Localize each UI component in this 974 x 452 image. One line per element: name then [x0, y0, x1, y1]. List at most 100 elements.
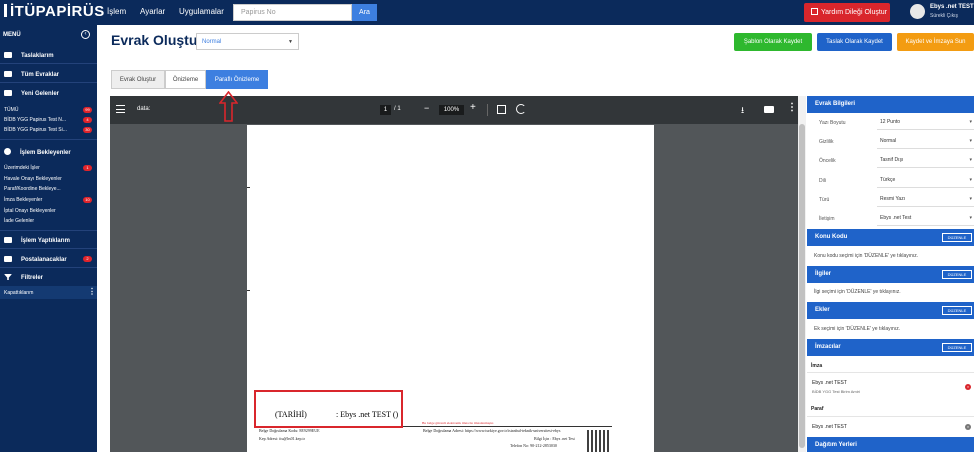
zoom-level[interactable]: 100% [439, 105, 464, 115]
scrollbar-thumb[interactable] [799, 124, 805, 448]
divider [0, 63, 97, 64]
imzacilar-header: İmzacılar DÜZENLE [807, 339, 974, 356]
qr-code [587, 430, 611, 452]
field-label: Türü [819, 197, 830, 203]
tab-evrak-olustur[interactable]: Evrak Oluştur [111, 70, 165, 89]
section-title: İlgiler [815, 271, 832, 277]
edit-button[interactable]: DÜZENLE [942, 306, 972, 315]
divider [0, 139, 97, 140]
search-input[interactable]: Papirus No [233, 4, 352, 21]
sidebar-item-islem-yaptiklarim[interactable]: İşlem Yaptıklarım [4, 237, 70, 244]
sidebar-subitem-test-si[interactable]: BİDB YGG Papirus Test Si... [4, 127, 67, 133]
zoom-out-icon[interactable]: − [424, 103, 429, 113]
priority-select[interactable]: Tasnif Dışı ▾ [877, 153, 974, 168]
download-icon[interactable]: ⭳ [741, 103, 744, 119]
divider [0, 230, 97, 231]
sidebar-item-tum-evraklar[interactable]: Tüm Evraklar [4, 71, 59, 78]
field-label: Dili [819, 178, 826, 184]
select-value: Normal [202, 39, 222, 45]
e-signature-note: Bu belge güvenli elektronik imza ile imz… [422, 421, 494, 425]
print-icon[interactable] [764, 106, 774, 113]
document-type-select[interactable]: Normal ▼ [196, 33, 299, 50]
ilgiler-header: İlgiler DÜZENLE [807, 266, 974, 283]
sidebar-item-label: Yeni Gelenler [21, 91, 60, 97]
sidebar-item-islem-bekleyenler[interactable]: İşlem Bekleyenler [4, 148, 71, 156]
count-badge: 10 [83, 197, 92, 203]
footer-contact: Bilgi İçin : Ebys .net Test [534, 436, 575, 441]
contact-select[interactable]: Ebys .net Test ▾ [877, 211, 974, 226]
edit-button[interactable]: DÜZENLE [942, 270, 972, 279]
save-template-button[interactable]: Şablon Olarak Kaydet [734, 33, 812, 51]
language-select[interactable]: Türkçe ▾ [877, 173, 974, 188]
tab-onizleme[interactable]: Önizleme [165, 70, 206, 89]
divider [0, 248, 97, 249]
search-button[interactable]: Ara [352, 4, 377, 21]
annotation-highlight-box [254, 390, 403, 428]
fold-mark [247, 290, 250, 291]
nav-uygulamalar[interactable]: Uygulamalar [179, 7, 224, 16]
sidebar-item-postalanacaklar[interactable]: Postalanacaklar [4, 256, 67, 263]
filter-icon [4, 274, 12, 280]
app-logo[interactable]: İTÜPAPİRÜS [4, 3, 105, 20]
sidebar-subitem-havale[interactable]: Havale Onayı Bekleyenler [4, 176, 62, 182]
more-vertical-icon[interactable]: ⋮ [88, 287, 96, 296]
sidebar-subitem-tumu[interactable]: TÜMÜ [4, 107, 18, 113]
sidebar-item-filtreler[interactable]: Filtreler [4, 274, 43, 281]
select-value: 12 Punto [880, 119, 901, 125]
divider [0, 82, 97, 83]
sidebar-item-label: Filtreler [21, 275, 44, 281]
nav-ayarlar[interactable]: Ayarlar [140, 7, 165, 16]
sidebar-subitem-imza[interactable]: İmza Bekleyenler [4, 197, 42, 203]
chevron-down-icon: ▼ [288, 39, 293, 45]
download-icon [4, 90, 12, 96]
stack-icon [4, 237, 12, 243]
chevron-down-icon: ▾ [969, 215, 972, 221]
field-label: Yazı Boyutu [819, 120, 846, 126]
save-draft-button[interactable]: Taslak Olarak Kaydet [817, 33, 892, 51]
chevron-left-icon[interactable]: ‹ [81, 30, 90, 39]
sidebar-subitem-test-n[interactable]: BİDB YGG Papirus Test N... [4, 117, 66, 123]
page-number-input[interactable]: 1 [380, 105, 391, 115]
remove-icon[interactable]: × [965, 424, 971, 430]
sidebar-subitem-iptal[interactable]: İptal Onayı Bekleyenler [4, 208, 56, 214]
sidebar-item-kapattiklarim[interactable]: Kapattıklarım [4, 290, 33, 296]
font-size-select[interactable]: 12 Punto ▾ [877, 115, 974, 130]
fit-page-icon[interactable] [497, 105, 506, 114]
nav-islem[interactable]: İşlem [107, 7, 126, 16]
footer-verification-address: Belge Doğrulama Adresi: https://www.turk… [423, 428, 561, 433]
divider [0, 267, 97, 268]
signer-name: Ebys .net TEST [812, 380, 847, 386]
konu-kodu-header: Konu Kodu DÜZENLE [807, 229, 974, 246]
sidebar-subitem-uzerimdeki[interactable]: Üzerimdeki İşler [4, 165, 40, 171]
help-request-button[interactable]: Yardım Dileği Oluştur [804, 3, 890, 22]
annotation-arrow-icon [219, 91, 238, 122]
count-badge: 99 [83, 107, 92, 113]
remove-icon[interactable]: × [965, 384, 971, 390]
type-select[interactable]: Resmi Yazı ▾ [877, 192, 974, 207]
sidebar-item-yeni-gelenler[interactable]: Yeni Gelenler [4, 90, 59, 97]
evrak-bilgileri-header: Evrak Bilgileri [807, 96, 974, 113]
sidebar-item-label: Tüm Evraklar [21, 72, 60, 78]
save-and-sign-button[interactable]: Kaydet ve İmzaya Sun [897, 33, 974, 51]
more-vertical-icon[interactable]: ⋮ [787, 102, 797, 113]
count-badge: 2 [83, 256, 92, 262]
tab-parafli-onizleme[interactable]: Paraflı Önizleme [206, 70, 268, 89]
rotate-icon[interactable] [516, 104, 526, 114]
sidebar-item-taslaklarim[interactable]: Taslaklarım [4, 52, 54, 59]
sidebar-item-label: Taslaklarım [21, 53, 54, 59]
user-name[interactable]: Ebys .net TEST [930, 4, 974, 10]
user-role: Sürekli Çıkış [930, 13, 959, 19]
avatar[interactable] [910, 4, 925, 19]
sidebar-subitem-paraf[interactable]: Paraf/Koordine Bekleye... [4, 186, 61, 192]
edit-button[interactable]: DÜZENLE [942, 343, 972, 352]
edit-button[interactable]: DÜZENLE [942, 233, 972, 242]
select-value: Normal [880, 138, 897, 144]
privacy-select[interactable]: Normal ▾ [877, 134, 974, 149]
help-icon [811, 8, 818, 15]
zoom-in-icon[interactable]: + [470, 102, 476, 113]
menu-icon[interactable] [116, 105, 125, 113]
sidebar-subitem-iade[interactable]: İade Gelenler [4, 218, 34, 224]
chevron-down-icon: ▾ [969, 138, 972, 144]
paraf-label: Paraf [811, 406, 824, 412]
pdf-viewer[interactable]: data: 1 / 1 − 100% + ⭳ ⋮ (TARİHİ) : Ebys… [110, 96, 798, 452]
